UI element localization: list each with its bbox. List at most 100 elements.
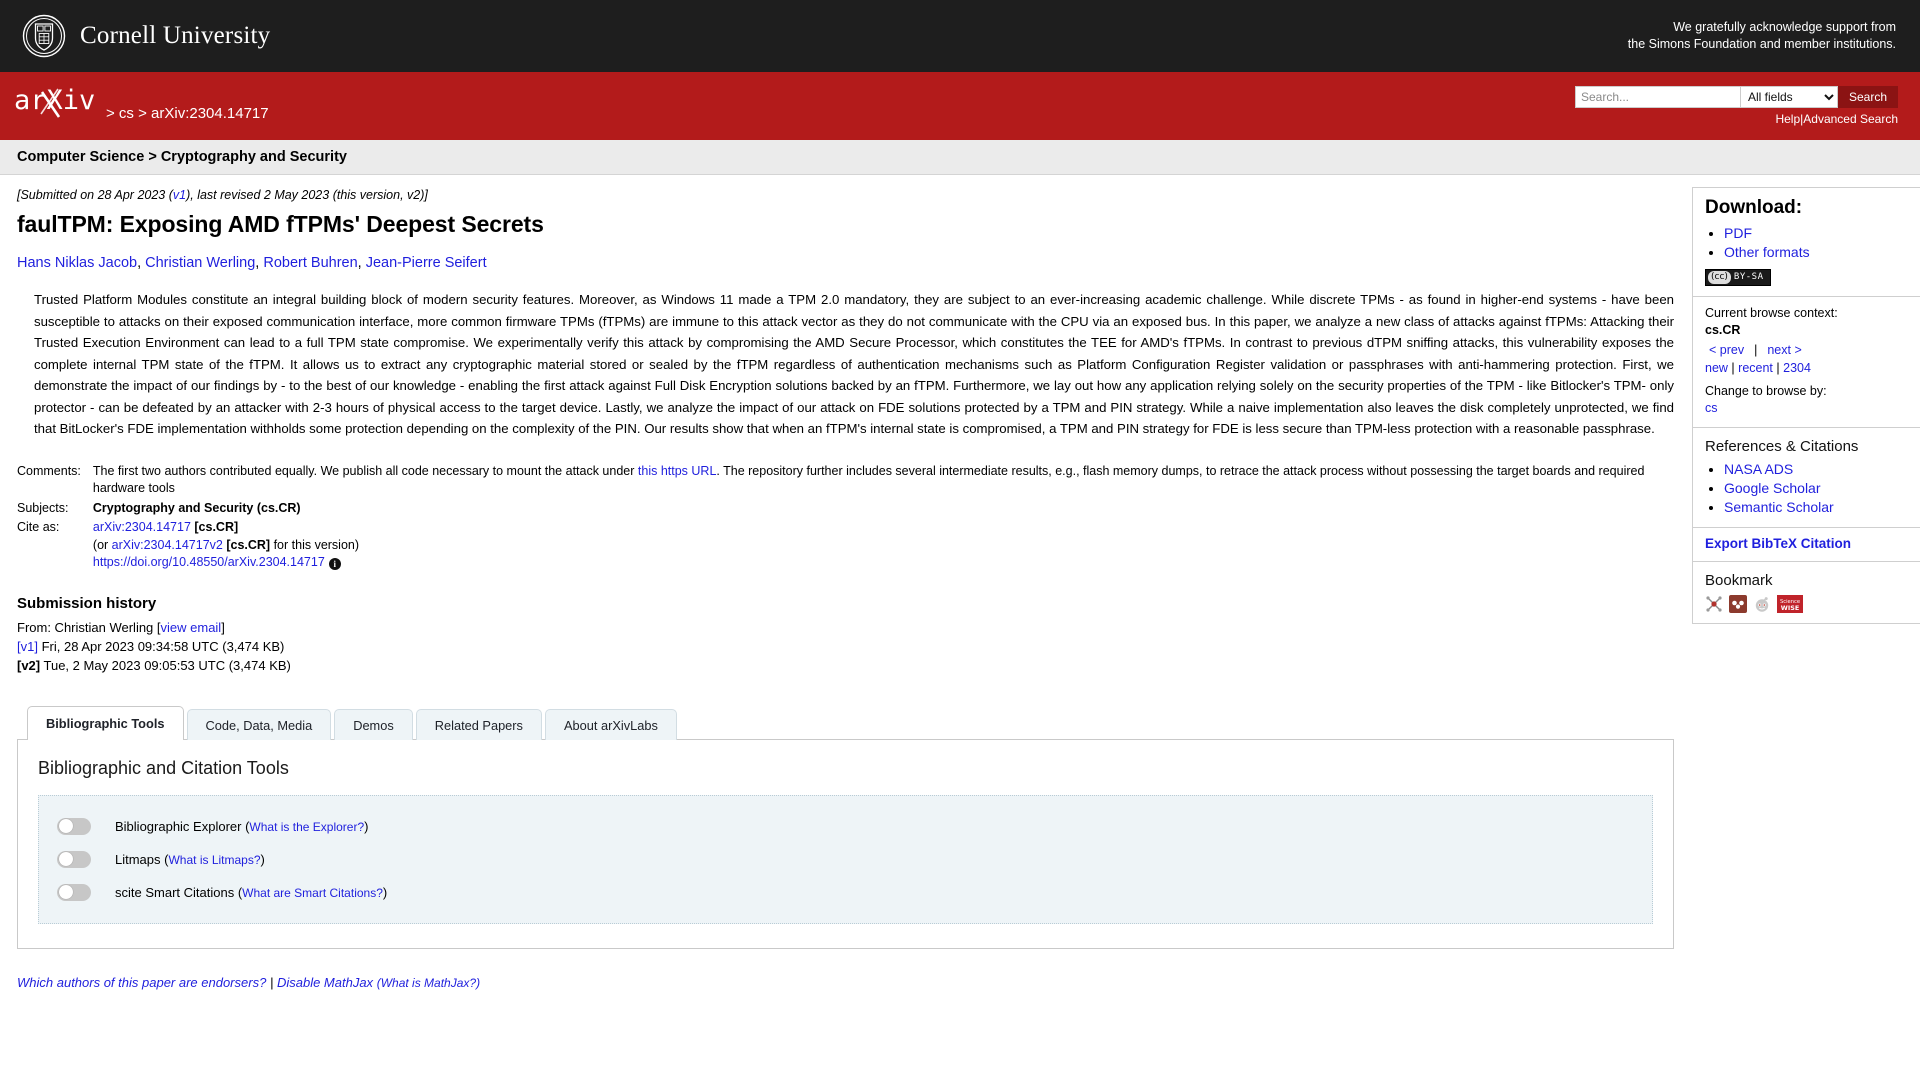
cc-license-type: BY-SA [1733,272,1764,282]
bibsonomy-icon[interactable] [1705,595,1723,613]
sciencewise-icon[interactable]: Science WISE [1777,595,1803,613]
download-pdf-link[interactable]: PDF [1724,225,1752,241]
submission-history-entry-v1: [v1] Fri, 28 Apr 2023 09:34:58 UTC (3,47… [17,637,1674,656]
metadata-row-subjects: Subjects: Cryptography and Security (cs.… [17,499,1674,519]
creative-commons-license-badge[interactable]: (cc) BY-SA [1705,269,1771,286]
download-heading: Download: [1705,197,1803,218]
abstract-text: Trusted Platform Modules constitute an i… [34,292,1674,436]
google-scholar-link[interactable]: Google Scholar [1724,480,1821,496]
arxivlabs-tabs-section: Bibliographic Tools Code, Data, Media De… [17,705,1674,949]
mendeley-icon[interactable] [1729,595,1747,613]
metadata-table: Comments: The first two authors contribu… [17,462,1674,573]
view-email-link[interactable]: view email [161,620,222,635]
reference-item-nasa-ads[interactable]: NASA ADS [1724,460,1910,479]
cornell-seal-icon [22,14,66,58]
recent-link[interactable]: recent [1738,361,1773,375]
help-link-explorer[interactable]: What is the Explorer? [249,820,364,834]
comments-value: The first two authors contributed equall… [93,462,1674,499]
dateline-post: ), last revised 2 May 2023 (this version… [186,188,428,202]
nasa-ads-link[interactable]: NASA ADS [1724,461,1793,477]
references-list: NASA ADS Google Scholar Semantic Scholar [1707,460,1910,517]
cite-primary-class: [cs.CR] [194,520,239,534]
tab-code-data-media[interactable]: Code, Data, Media [186,708,332,740]
version-v2-label: [v2] [17,657,41,673]
arxiv-logo-link[interactable]: arXiv [14,84,98,118]
cite-version-pre: (or [92,537,112,552]
help-link-scite[interactable]: What are Smart Citations? [242,886,383,900]
what-is-mathjax-link[interactable]: What is MathJax? [381,976,476,990]
author-link-2[interactable]: Robert Buhren [263,255,357,271]
dateline-v1-link[interactable]: v1 [173,188,186,202]
tab-related-papers[interactable]: Related Papers [415,708,542,740]
author-link-0[interactable]: Hans Niklas Jacob [17,255,137,271]
browse-context-value: cs.CR [1705,323,1741,337]
endorsers-link[interactable]: Which authors of this paper are endorser… [17,975,266,990]
doi-link[interactable]: https://doi.org/10.48550/arXiv.2304.1471… [93,555,325,569]
author-link-3[interactable]: Jean-Pierre Seifert [366,255,487,271]
search-help-links: Help|Advanced Search [1575,112,1898,126]
help-link[interactable]: Help [1775,112,1800,126]
toggle-litmaps[interactable] [57,850,91,868]
author-link-1[interactable]: Christian Werling [145,255,255,271]
tool-label-litmaps: Litmaps (What is Litmaps?) [115,851,265,867]
archive-month-link[interactable]: 2304 [1783,361,1811,375]
arxiv-logo-icon: arXiv [14,85,95,118]
search-scope-select[interactable]: All fields [1739,86,1838,108]
sep-1: | [1731,361,1735,375]
toggle-scite-smart-citations[interactable] [57,883,91,901]
browse-navigation: < prev | next > new | recent | 2304 [1705,341,1910,377]
help-link-litmaps[interactable]: What is Litmaps? [168,853,260,867]
browse-context-box: Current browse context: cs.CR < prev | n… [1692,296,1920,428]
tool-name-bibliographic-explorer: Bibliographic Explorer [115,818,242,834]
v1-details: Fri, 28 Apr 2023 09:34:58 UTC (3,474 KB) [37,638,285,654]
breadcrumb[interactable]: > cs > arXiv:2304.14717 [106,105,269,122]
change-browse-value-row: cs [1705,400,1910,417]
prev-next-row: < prev | next > [1705,341,1910,359]
download-other-formats-link[interactable]: Other formats [1724,244,1810,260]
dateline-pre: [Submitted on 28 Apr 2023 ( [17,188,173,202]
submission-dateline: [Submitted on 28 Apr 2023 (v1), last rev… [17,188,1674,202]
page-body: [Submitted on 28 Apr 2023 (v1), last rev… [0,175,1920,990]
download-box: Download: PDF Other formats (cc)BY-SA [1692,187,1920,297]
change-browse-label: Change to browse by: [1705,384,1827,398]
download-item-other-formats[interactable]: Other formats [1724,243,1910,262]
cite-version-link[interactable]: arXiv:2304.14717v2 [112,538,223,552]
next-link[interactable]: next > [1767,341,1801,359]
reference-item-semantic-scholar[interactable]: Semantic Scholar [1724,498,1910,517]
version-v1-link[interactable]: [v1] [17,639,38,654]
prev-link[interactable]: < prev [1709,341,1744,359]
advanced-search-link[interactable]: Advanced Search [1803,112,1898,126]
tool-row-scite-smart-citations: scite Smart Citations (What are Smart Ci… [57,876,1634,909]
ack-line-2: the Simons Foundation and member institu… [1627,37,1896,51]
search-input[interactable] [1574,86,1740,108]
comments-url-link[interactable]: this https URL [638,464,717,478]
svg-text:WISE: WISE [1781,604,1799,612]
toggle-bibliographic-explorer[interactable] [57,817,91,835]
change-browse-cs-link[interactable]: cs [1705,401,1718,415]
tool-label-bibliographic-explorer: Bibliographic Explorer (What is the Expl… [115,818,369,834]
browse-context-label: Current browse context: [1705,306,1838,320]
cornell-brand[interactable]: Cornell University [22,14,270,58]
tool-name-litmaps: Litmaps [115,851,161,867]
author-list: Hans Niklas Jacob, Christian Werling, Ro… [17,255,487,271]
tab-bibliographic-tools[interactable]: Bibliographic Tools [27,705,184,740]
prev-next-separator: | [1754,343,1758,357]
ack-line-1: We gratefully acknowledge support from [1673,20,1896,34]
metadata-row-citeas: Cite as: arXiv:2304.14717 [cs.CR] (or ar… [17,518,1674,573]
search-button[interactable]: Search [1837,86,1898,108]
export-bibtex-link[interactable]: Export BibTeX Citation [1705,536,1851,551]
cite-version-class: [cs.CR] [226,537,271,552]
new-link[interactable]: new [1705,361,1728,375]
disable-mathjax-link[interactable]: Disable MathJax [277,975,373,990]
reference-item-google-scholar[interactable]: Google Scholar [1724,479,1910,498]
tab-about-arxivlabs[interactable]: About arXivLabs [544,708,677,740]
info-icon[interactable]: i [328,558,341,570]
tab-demos[interactable]: Demos [334,708,413,740]
cornell-university-label: Cornell University [80,22,271,49]
semantic-scholar-link[interactable]: Semantic Scholar [1724,499,1834,515]
tool-row-bibliographic-explorer: Bibliographic Explorer (What is the Expl… [57,810,1634,843]
reddit-icon[interactable] [1753,595,1771,613]
search-form[interactable]: All fields Search [1574,86,1898,108]
download-item-pdf[interactable]: PDF [1724,224,1910,243]
cite-arxiv-id-link[interactable]: arXiv:2304.14717 [93,520,191,534]
